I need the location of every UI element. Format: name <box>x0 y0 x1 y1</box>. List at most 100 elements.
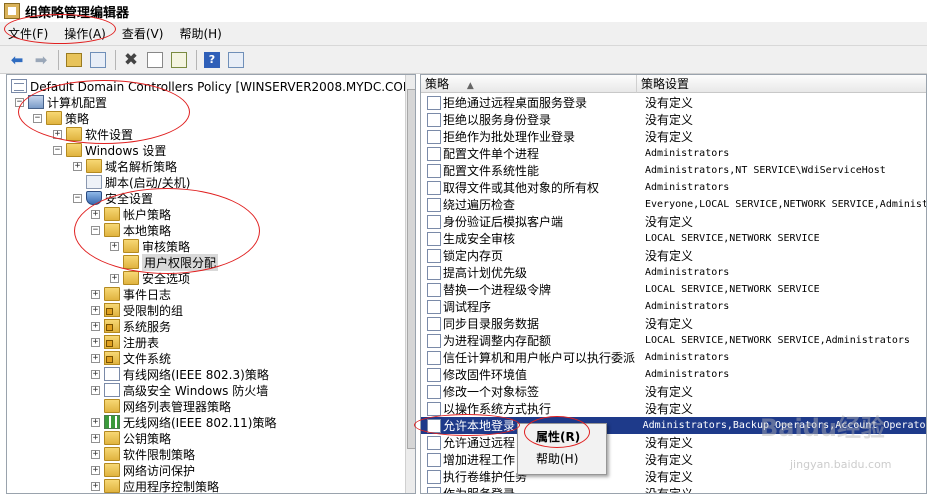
policy-row[interactable]: 身份验证后模拟客户端 没有定义 <box>421 213 926 230</box>
policy-row[interactable]: 作为服务登录 没有定义 <box>421 485 926 493</box>
menu-item-properties[interactable]: 属性(R) <box>518 426 606 448</box>
column-header-policy[interactable]: 策略 ▲ <box>421 75 637 93</box>
tree-item-scripts[interactable]: 脚本(启动/关机) <box>73 174 190 190</box>
tree-item-audit-policy[interactable]: + 审核策略 <box>110 238 190 254</box>
locked-folder-icon <box>104 319 120 333</box>
collapse-icon[interactable]: − <box>15 97 24 107</box>
tree-item-label: 事件日志 <box>123 287 172 302</box>
policy-row[interactable]: 修改固件环境值 Administrators <box>421 366 926 383</box>
expand-icon[interactable]: + <box>91 321 100 331</box>
tree-item-policies[interactable]: − 策略 <box>33 110 89 126</box>
policy-setting: 没有定义 <box>645 113 694 127</box>
menu-help[interactable]: 帮助(H) <box>171 24 229 44</box>
policy-row[interactable]: 替换一个进程级令牌 LOCAL SERVICE,NETWORK SERVICE <box>421 281 926 298</box>
policy-row[interactable]: 同步目录服务数据 没有定义 <box>421 315 926 332</box>
expand-icon[interactable]: + <box>91 417 100 427</box>
expand-icon[interactable]: + <box>91 337 100 347</box>
expand-icon[interactable]: + <box>91 289 100 299</box>
tree-item-public-key[interactable]: + 公钥策略 <box>91 430 171 446</box>
policy-name: 修改固件环境值 <box>443 368 528 382</box>
show-hide-tree-icon[interactable] <box>87 49 109 71</box>
policy-row[interactable]: 拒绝以服务身份登录 没有定义 <box>421 111 926 128</box>
collapse-icon[interactable]: − <box>91 225 100 235</box>
policy-row[interactable]: 拒绝作为批处理作业登录 没有定义 <box>421 128 926 145</box>
collapse-icon[interactable]: − <box>73 193 82 203</box>
policy-setting: Administrators <box>645 301 730 312</box>
folder-icon <box>104 431 120 445</box>
policy-name: 拒绝以服务身份登录 <box>443 113 552 127</box>
expand-icon[interactable]: + <box>91 369 100 379</box>
policy-row[interactable]: 提高计划优先级 Administrators <box>421 264 926 281</box>
menu-view[interactable]: 查看(V) <box>114 24 172 44</box>
tree-item-software-restriction[interactable]: + 软件限制策略 <box>91 446 195 462</box>
back-arrow-icon[interactable]: ⬅ <box>6 49 28 71</box>
policy-row[interactable]: 修改一个对象标签 没有定义 <box>421 383 926 400</box>
tree-item-wired-network[interactable]: + 有线网络(IEEE 802.3)策略 <box>91 366 269 382</box>
tree-item-security-options[interactable]: + 安全选项 <box>110 270 190 286</box>
scrollbar-thumb[interactable] <box>407 89 415 449</box>
delete-icon[interactable]: ✖ <box>120 49 142 71</box>
policy-row[interactable]: 绕过遍历检查 Everyone,LOCAL SERVICE,NETWORK SER… <box>421 196 926 213</box>
expand-icon[interactable]: + <box>91 353 100 363</box>
tree-item-wireless-network[interactable]: + 无线网络(IEEE 802.11)策略 <box>91 414 276 430</box>
expand-icon[interactable]: + <box>91 481 100 491</box>
policy-row[interactable]: 配置文件单个进程 Administrators <box>421 145 926 162</box>
tree-scrollbar[interactable] <box>405 75 415 493</box>
tree-item-label: 软件设置 <box>85 127 134 142</box>
tree-item-name-resolution[interactable]: + 域名解析策略 <box>73 158 177 174</box>
menu-item-help[interactable]: 帮助(H) <box>518 448 606 470</box>
tree-item-windows-firewall[interactable]: + 高级安全 Windows 防火墙 <box>91 382 268 398</box>
forward-arrow-icon[interactable]: ➡ <box>30 49 52 71</box>
expand-icon[interactable]: + <box>91 433 100 443</box>
expand-icon[interactable]: + <box>91 449 100 459</box>
tree-item-file-system[interactable]: + 文件系统 <box>91 350 171 366</box>
expand-icon[interactable]: + <box>110 241 119 251</box>
policy-row[interactable]: 生成安全审核 LOCAL SERVICE,NETWORK SERVICE <box>421 230 926 247</box>
expand-icon[interactable]: + <box>53 129 62 139</box>
folder-icon <box>66 127 82 141</box>
tree-item-network-access-protection[interactable]: + 网络访问保护 <box>91 462 195 478</box>
expand-icon[interactable]: + <box>73 161 82 171</box>
help-icon[interactable]: ? <box>201 49 223 71</box>
tree-root[interactable]: Default Domain Controllers Policy [WINSE… <box>11 78 415 94</box>
toolbar: ⬅ ➡ ✖ ? <box>0 46 927 74</box>
policy-row[interactable]: 调试程序 Administrators <box>421 298 926 315</box>
tree-item-app-control[interactable]: + 应用程序控制策略 <box>91 478 219 493</box>
tree-item-windows-settings[interactable]: − Windows 设置 <box>53 142 166 158</box>
expand-icon[interactable]: + <box>91 209 100 219</box>
collapse-icon[interactable]: − <box>33 113 42 123</box>
tree-item-security-settings[interactable]: − 安全设置 <box>73 190 153 206</box>
tree-item-network-list-manager[interactable]: 网络列表管理器策略 <box>91 398 231 414</box>
menu-file[interactable]: 文件(F) <box>0 24 56 44</box>
folder-icon <box>104 399 120 413</box>
menu-action[interactable]: 操作(A) <box>56 24 114 44</box>
policy-row[interactable]: 锁定内存页 没有定义 <box>421 247 926 264</box>
tree-item-system-services[interactable]: + 系统服务 <box>91 318 171 334</box>
tree-item-event-log[interactable]: + 事件日志 <box>91 286 171 302</box>
export-list-icon[interactable] <box>168 49 190 71</box>
policy-row[interactable]: 为进程调整内存配额 LOCAL SERVICE,NETWORK SERVICE,A… <box>421 332 926 349</box>
tree-item-registry[interactable]: + 注册表 <box>91 334 159 350</box>
policy-row[interactable]: 取得文件或其他对象的所有权 Administrators <box>421 179 926 196</box>
expand-icon[interactable]: + <box>91 385 100 395</box>
expand-icon[interactable]: + <box>91 465 100 475</box>
policy-setting: 没有定义 <box>645 402 694 416</box>
policy-row[interactable]: 配置文件系统性能 Administrators,NT SERVICE\WdiSer… <box>421 162 926 179</box>
properties-icon[interactable] <box>144 49 166 71</box>
tree-item-account-policies[interactable]: + 帐户策略 <box>91 206 171 222</box>
tree-item-software-settings[interactable]: + 软件设置 <box>53 126 133 142</box>
policy-item-icon <box>427 146 441 161</box>
column-header-setting[interactable]: 策略设置 <box>637 75 926 93</box>
show-hide-action-pane-icon[interactable] <box>225 49 247 71</box>
expand-icon[interactable]: + <box>110 273 119 283</box>
policy-row[interactable]: 拒绝通过远程桌面服务登录 没有定义 <box>421 94 926 111</box>
tree-item-restricted-groups[interactable]: + 受限制的组 <box>91 302 183 318</box>
up-folder-icon[interactable] <box>63 49 85 71</box>
tree-item-computer-config[interactable]: − 计算机配置 <box>15 94 107 110</box>
tree-item-label: 本地策略 <box>123 223 172 238</box>
tree-item-local-policies[interactable]: − 本地策略 <box>91 222 171 238</box>
expand-icon[interactable]: + <box>91 305 100 315</box>
collapse-icon[interactable]: − <box>53 145 62 155</box>
policy-row[interactable]: 信任计算机和用户帐户可以执行委派 Administrators <box>421 349 926 366</box>
tree-item-user-rights-assignment[interactable]: 用户权限分配 <box>110 253 219 271</box>
